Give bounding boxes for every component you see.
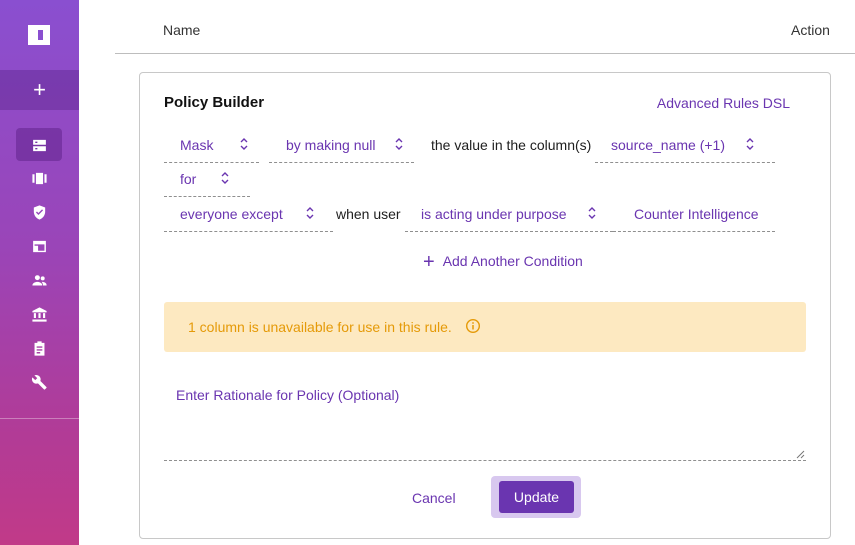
info-icon[interactable] <box>465 318 481 334</box>
projects-icon <box>32 172 47 184</box>
when-user-text: when user <box>336 206 401 222</box>
browser-window-icon <box>33 240 46 252</box>
condition-select[interactable]: is acting under purpose <box>405 196 613 232</box>
condition-select-value: is acting under purpose <box>421 206 567 222</box>
unfold-icon <box>395 138 403 150</box>
unfold-icon <box>240 138 248 150</box>
policies-shield-icon <box>33 204 46 220</box>
nav-data-sources[interactable] <box>0 128 79 162</box>
nav-governance[interactable] <box>0 297 79 331</box>
advanced-rules-dsl-link[interactable]: Advanced Rules DSL <box>657 95 790 111</box>
header-divider <box>115 53 855 54</box>
resize-grip-icon[interactable] <box>796 450 805 459</box>
subjects-select-value: everyone except <box>180 206 283 222</box>
policy-builder-card: Policy Builder Advanced Rules DSL Mask b… <box>139 72 831 539</box>
for-select-value: for <box>180 171 197 187</box>
unfold-icon <box>221 172 229 184</box>
sidebar-divider <box>0 418 79 419</box>
subjects-select[interactable]: everyone except <box>164 196 333 232</box>
masking-method-value: by making null <box>286 137 376 153</box>
update-button[interactable]: Update <box>499 481 574 513</box>
add-button[interactable]: + <box>0 70 79 110</box>
column-text: the value in the column(s) <box>431 137 592 153</box>
plus-icon: + <box>423 251 435 273</box>
nav-settings[interactable] <box>0 365 79 399</box>
app-logo-icon[interactable] <box>28 25 50 45</box>
unfold-icon <box>306 207 314 219</box>
data-sources-icon <box>33 139 46 151</box>
settings-wrench-icon <box>31 374 47 390</box>
warning-banner: 1 column is unavailable for use in this … <box>164 302 806 352</box>
purpose-select[interactable]: Counter Intelligence <box>613 196 775 232</box>
columns-select-value: source_name (+1) <box>611 137 726 153</box>
for-select[interactable]: for <box>164 161 250 197</box>
column-header-action: Action <box>791 22 830 38</box>
audit-clipboard-icon <box>34 340 45 356</box>
nav-browser[interactable] <box>0 229 79 263</box>
action-select[interactable]: Mask <box>164 127 259 163</box>
add-condition-button[interactable]: + Add Another Condition <box>423 251 583 274</box>
policy-builder-title: Policy Builder <box>164 94 265 111</box>
purpose-select-value: Counter Intelligence <box>634 206 759 222</box>
nav-projects[interactable] <box>0 161 79 195</box>
cancel-button[interactable]: Cancel <box>412 490 456 506</box>
unfold-icon <box>746 138 754 150</box>
rationale-placeholder: Enter Rationale for Policy (Optional) <box>176 387 400 403</box>
column-header-name[interactable]: Name <box>163 22 200 38</box>
sidebar: + <box>0 0 79 545</box>
columns-select[interactable]: source_name (+1) <box>595 127 775 163</box>
action-select-value: Mask <box>180 137 214 153</box>
users-icon <box>32 274 47 285</box>
unfold-icon <box>588 207 596 219</box>
rationale-textarea[interactable]: Enter Rationale for Policy (Optional) <box>164 375 806 461</box>
warning-text: 1 column is unavailable for use in this … <box>188 319 452 335</box>
masking-method-select[interactable]: by making null <box>269 127 414 163</box>
governance-bank-icon <box>32 306 47 322</box>
nav-users[interactable] <box>0 263 79 297</box>
add-condition-label: Add Another Condition <box>442 253 583 269</box>
nav-audit[interactable] <box>0 331 79 365</box>
nav-policies[interactable] <box>0 195 79 229</box>
